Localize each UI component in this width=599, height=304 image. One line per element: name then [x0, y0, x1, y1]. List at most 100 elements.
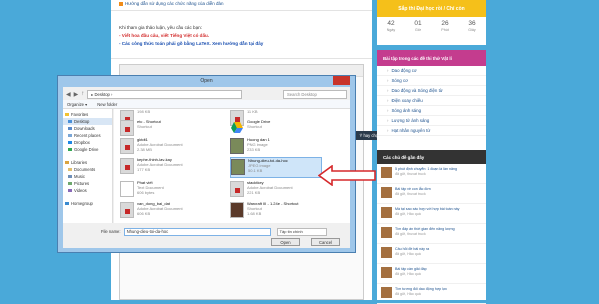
google-drive-icon: [230, 120, 244, 136]
close-button[interactable]: ✕: [333, 76, 484, 85]
avatar: [381, 227, 392, 238]
nav-label: Recent places: [74, 133, 101, 138]
file-item[interactable]: Phat viết Text Document 606 bytes: [120, 180, 220, 200]
file-item[interactable]: kephe-thinh-lav-kay Adobe Acrobat Documen…: [120, 157, 220, 177]
nav-label: Libraries: [71, 160, 88, 165]
recent-topic-meta: đã gửi, Hảo quá: [395, 211, 421, 216]
dialog-body: ◀ ▶ ↑ ▸ Desktop › Search Desktop Organiz…: [63, 87, 350, 248]
file-item[interactable]: Warcraft III - 1.24e - Shortcut Shortcut 1…: [230, 201, 330, 221]
videos-icon: [68, 188, 72, 193]
file-size: 1.68 KB: [247, 211, 262, 216]
pictures-icon: [68, 181, 72, 186]
pdf-icon: [120, 202, 134, 218]
nav-item-desktop[interactable]: Desktop: [63, 118, 112, 125]
topic-link[interactable]: Hạt nhân nguyên tử: [377, 126, 486, 136]
pdf-icon: [230, 181, 244, 197]
cancel-button[interactable]: Cancel: [311, 238, 340, 246]
file-item[interactable]: stacktkey Adobe Acrobat Document 221 KB: [230, 180, 330, 200]
organize-button[interactable]: Organize ▾: [67, 102, 87, 107]
nav-item-dropbox[interactable]: Dropbox: [63, 139, 112, 146]
rss-icon: [119, 1, 123, 6]
list-item[interactable]: Bài tập cần giải đáp đã gửi, Hảo quá: [377, 264, 486, 284]
file-size: 221 KB: [247, 190, 261, 195]
nav-label: Homegroup: [71, 201, 93, 206]
file-item-selected[interactable]: Nhung-dieu-toi-da-hoc JPEG image 50.1 KB: [230, 157, 322, 178]
list-item[interactable]: Tìm đáp án thời gian đến năng lượng đã gử…: [377, 224, 486, 244]
recent-topic-text: Bài tập cần giải đáp: [395, 267, 427, 271]
file-size: 606 KB: [137, 211, 151, 216]
list-item[interactable]: Tìm tương đối dao động hợp lực đã gửi, Hả…: [377, 284, 486, 304]
nav-item-google-drive[interactable]: Google Drive: [63, 146, 112, 153]
countdown-label: Phút: [441, 28, 449, 32]
up-arrow-icon[interactable]: ↑: [81, 91, 84, 97]
avatar: [381, 207, 392, 218]
nav-label: Music: [74, 174, 85, 179]
topic-link[interactable]: Dao động cơ: [377, 66, 486, 76]
recent-topic-text: Mà tại sao xác hợp với hợp bài toàn này: [395, 207, 460, 211]
nav-homegroup[interactable]: Homegroup: [63, 200, 112, 207]
divider: [111, 10, 372, 11]
dialog-titlebar[interactable]: Open ✕: [58, 76, 484, 87]
divider: [111, 58, 372, 59]
avatar: [381, 287, 392, 298]
new-folder-button[interactable]: New folder: [97, 102, 117, 107]
nav-item-downloads[interactable]: Downloads: [63, 125, 112, 132]
file-size: 606 bytes: [137, 190, 155, 195]
pdf-icon: [120, 138, 134, 154]
rules-intro: Khi tham gia thảo luận, yêu cầu các bạn:: [119, 25, 202, 30]
file-item[interactable]: van_dong_bai_dat Adobe Acrobat Document 60…: [120, 201, 220, 221]
list-item[interactable]: 5 phút định chuyển: 1 đoạn là lần năng đã…: [377, 164, 486, 184]
avatar: [381, 247, 392, 258]
file-item[interactable]: Google Drive Shortcut: [230, 119, 330, 139]
file-list: 198 KB 11 KB etc - Shortcut Shortcut Goog…: [114, 109, 350, 223]
avatar: [381, 267, 392, 278]
topic-link[interactable]: Dao động và Sóng điện từ: [377, 86, 486, 96]
recent-topic-text: Tìm tương đối dao động hợp lực: [395, 287, 448, 291]
countdown-minutes: 26: [441, 20, 449, 27]
avatar: [381, 187, 392, 198]
list-item[interactable]: Bài tập về con lắc đơn đã gửi, thuvat tru…: [377, 184, 486, 204]
nav-label: Downloads: [74, 126, 95, 131]
desktop-icon: [68, 119, 72, 124]
filename-input[interactable]: Nhung-dieu-toi-da-hoc: [123, 227, 271, 236]
back-arrow-icon[interactable]: ◀: [66, 91, 71, 98]
nav-item-music[interactable]: Music: [63, 173, 112, 180]
file-item[interactable]: etc - Shortcut Shortcut: [120, 119, 220, 139]
nav-item-pictures[interactable]: Pictures: [63, 180, 112, 187]
nav-favorites[interactable]: Favorites: [63, 111, 112, 118]
topic-link[interactable]: Sóng ánh sáng: [377, 106, 486, 116]
open-button[interactable]: Open: [271, 238, 300, 246]
filetype-select[interactable]: Tập tin chính: [276, 227, 327, 236]
recent-topic-meta: đã gửi, thuvat truck: [395, 191, 426, 196]
nav-libraries[interactable]: Libraries: [63, 159, 112, 166]
topic-link[interactable]: Lượng tử ánh sáng: [377, 116, 486, 126]
file-item[interactable]: gktdt1 Adobe Acrobat Document 2.38 MB: [120, 137, 220, 157]
command-bar: Organize ▾ New folder: [63, 100, 350, 109]
file-item[interactable]: Huong dan 1 PNG image 233 KB: [230, 137, 330, 157]
documents-icon: [68, 167, 72, 172]
shortcut-icon: [120, 120, 134, 136]
search-input[interactable]: Search Desktop: [283, 89, 347, 99]
file-size: 233 KB: [247, 147, 261, 152]
nav-item-documents[interactable]: Documents: [63, 166, 112, 173]
forward-arrow-icon[interactable]: ▶: [74, 91, 79, 98]
filename-row: File name: Nhung-dieu-toi-da-hoc Tập tin…: [63, 227, 350, 236]
countdown-label: Giờ: [415, 28, 421, 32]
forum-help-link[interactable]: Hướng dẫn sử dụng các chức năng của diễn…: [119, 1, 224, 6]
list-item[interactable]: Mà tại sao xác hợp với hợp bài toàn này đ…: [377, 204, 486, 224]
address-path[interactable]: ▸ Desktop ›: [87, 89, 243, 99]
nav-item-recent[interactable]: Recent places: [63, 132, 112, 139]
nav-item-videos[interactable]: Videos: [63, 187, 112, 194]
recent-topic-text: Tìm đáp án thời gian đến năng lượng: [395, 227, 455, 231]
image-icon: [230, 138, 244, 154]
list-item[interactable]: Câu hỏi đề bài này ra đã gửi, Hảo quá: [377, 244, 486, 264]
nav-label: Favorites: [71, 112, 89, 117]
music-icon: [68, 174, 72, 179]
rule-2[interactable]: - Các công thức toán phải gõ bằng LaTeX.…: [119, 40, 263, 48]
recent-topic-text: Bài tập về con lắc đơn: [395, 187, 431, 191]
recent-places-icon: [68, 133, 72, 138]
topic-link[interactable]: Điện xoay chiều: [377, 96, 486, 106]
rule-1: - Viết hoa đầu câu, viết Tiếng Việt có d…: [119, 33, 210, 38]
recent-topic-meta: đã gửi, thuvat truck: [395, 231, 426, 236]
avatar: [381, 167, 392, 178]
